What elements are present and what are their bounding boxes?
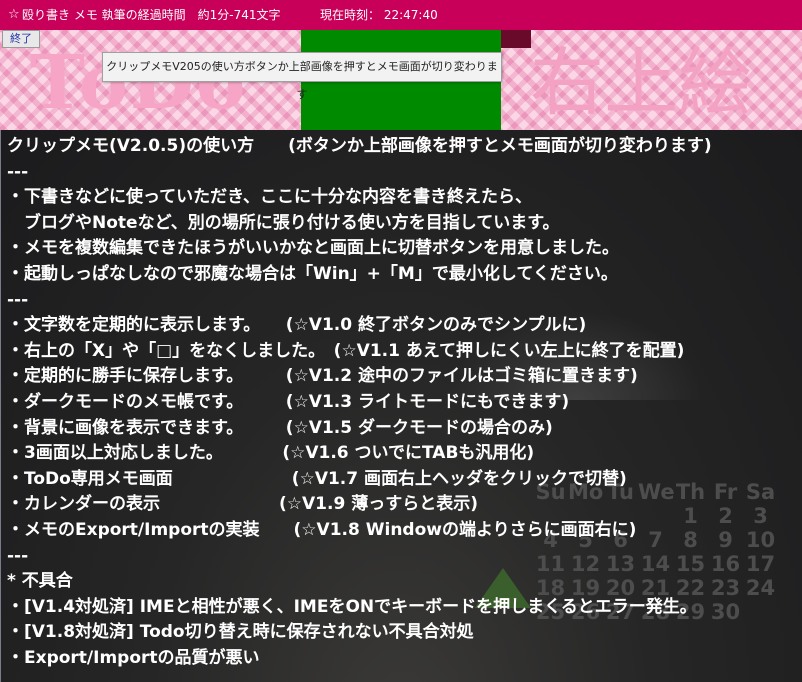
memo-editor[interactable]: Su Mo Tu We Th Fr Sa 1 2 3 4 5 6 7 8 9 10 11 12 13 14 15 16 17…	[0, 130, 802, 682]
memo-line: ・メモのExport/Importの実装 (☆V1.8 Windowの端よりさら…	[7, 519, 637, 540]
close-button[interactable]: 終了	[2, 30, 40, 48]
window-title: 殴り書き メモ 執筆の経過時間 約1分-741文字	[22, 8, 281, 22]
memo-line: ・文字数を定期的に表示します。 (☆V1.0 終了ボタンのみでシンプルに)	[7, 315, 587, 336]
memo-line: ・下書きなどに使っていただき、ここに十分な内容を書き終えたら、	[7, 187, 532, 208]
memo-line: ・背景に画像を表示できます。 (☆V1.5 ダークモードの場合のみ)	[7, 417, 553, 438]
calendar-day: 17	[745, 552, 776, 576]
memo-line: ・起動しっぱなしなので邪魔な場合は「Win」+「M」で最小化してください。	[7, 263, 618, 284]
memo-line: ・Export/Importの品質が悪い	[7, 647, 260, 668]
memo-line: ・3画面以上対応しました。 (☆V1.6 ついでにTABも汎用化)	[7, 443, 535, 464]
memo-line: ・定期的に勝手に保存します。 (☆V1.2 途中のファイルはゴミ箱に置きます)	[7, 366, 638, 387]
usage-tooltip: クリップメモV205の使い方ボタンか上部画像を押すとメモ画面が切り変わります	[102, 52, 502, 101]
memo-line: ブログやNoteなど、別の場所に張り付ける使い方を目指しています。	[7, 212, 560, 233]
memo-text[interactable]: クリップメモ(V2.0.5)の使い方 (ボタンか上部画像を押すとメモ画面が切り変…	[7, 134, 712, 671]
memo-line: ---	[7, 545, 29, 566]
current-time: 現在時刻： 22:47:40	[320, 8, 438, 22]
memo-line: ---	[7, 161, 29, 182]
calendar-day	[743, 600, 778, 624]
memo-line: ---	[7, 289, 29, 310]
calendar-day: 23	[710, 576, 741, 600]
calendar-day: 3	[753, 504, 768, 528]
calendar-day: 24	[745, 576, 776, 600]
memo-line: * 不具合	[7, 571, 73, 592]
star-icon: ☆	[8, 7, 20, 22]
calendar-day: 2	[718, 504, 733, 528]
memo-line: ・[V1.8対処済] Todo切り替え時に保存されない不具合対処	[7, 622, 474, 643]
calendar-weekday: Sa	[745, 480, 776, 504]
memo-line: ・ダークモードのメモ帳です。 (☆V1.3 ライトモードにもできます)	[7, 391, 570, 412]
header-image-area[interactable]: ToDo 右上絵 終了 クリップメモV205の使い方ボタンか上部画像を押すとメモ…	[0, 30, 802, 130]
calendar-day: 16	[710, 552, 741, 576]
memo-line: ・[V1.4対処済] IMEと相性が悪く、IMEをONでキーボードを押しまくると…	[7, 596, 697, 617]
memo-line: クリップメモ(V2.0.5)の使い方 (ボタンか上部画像を押すとメモ画面が切り変…	[7, 136, 712, 156]
memo-line: ・メモを複数編集できたほうがいいかなと画面上に切替ボタンを用意しました。	[7, 238, 619, 259]
calendar-weekday: Fr	[713, 480, 738, 504]
memo-line: ・カレンダーの表示 (☆V1.9 薄っすらと表示)	[7, 494, 478, 515]
right-image-switch[interactable]: 右上絵	[530, 38, 752, 128]
calendar-day: 9	[718, 528, 733, 552]
memo-line: ・ToDo専用メモ画面 (☆V1.7 画面右上ヘッダをクリックで切替)	[7, 468, 627, 489]
title-bar: ☆ 殴り書き メモ 執筆の経過時間 約1分-741文字 現在時刻： 22:47:…	[0, 0, 802, 30]
calendar-day: 10	[745, 528, 776, 552]
header-decoration	[501, 30, 531, 48]
calendar-day: 30	[710, 600, 741, 624]
memo-line: ・右上の「X」や「□」をなくしました。 (☆V1.1 あえて押しにくい左上に終了…	[7, 340, 685, 361]
